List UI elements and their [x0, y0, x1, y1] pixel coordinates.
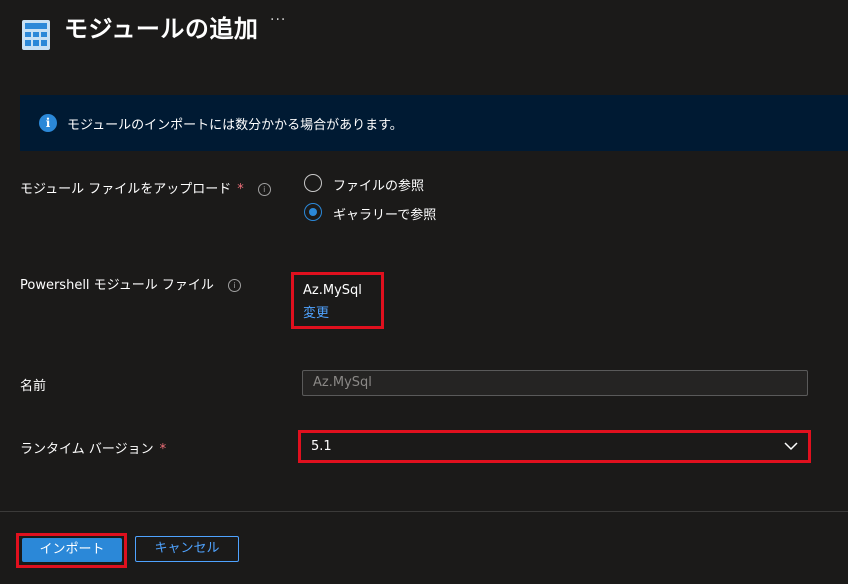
required-mark: * [237, 182, 244, 197]
upload-label: モジュール ファイルをアップロード * i [20, 178, 271, 197]
name-input[interactable]: Az.MySql [302, 370, 808, 396]
more-options-button[interactable]: ··· [270, 12, 286, 28]
info-icon: i [39, 114, 57, 132]
info-tooltip-icon[interactable]: i [257, 183, 271, 196]
runtime-version-value: 5.1 [311, 439, 332, 454]
footer-divider [0, 511, 848, 512]
module-file-value: Az.MySql [303, 283, 362, 298]
radio-browse-gallery[interactable] [304, 203, 322, 221]
required-mark: * [159, 442, 167, 457]
page-title: モジュールの追加 [64, 15, 259, 43]
info-tooltip-icon[interactable]: i [227, 279, 241, 292]
runtime-label: ランタイム バージョン * [20, 438, 166, 457]
name-label: 名前 [20, 379, 47, 394]
radio-browse-file-label[interactable]: ファイルの参照 [333, 175, 424, 194]
module-grid-icon [22, 20, 50, 50]
runtime-version-select[interactable]: 5.1 [303, 434, 806, 460]
runtime-label-text: ランタイム バージョン [20, 442, 154, 457]
radio-browse-file[interactable] [304, 174, 322, 192]
import-button[interactable]: インポート [22, 538, 122, 562]
radio-browse-gallery-label[interactable]: ギャラリーで参照 [333, 204, 436, 223]
change-link[interactable]: 変更 [303, 302, 329, 321]
upload-label-text: モジュール ファイルをアップロード [20, 182, 232, 197]
info-banner-text: モジュールのインポートには数分かかる場合があります。 [67, 118, 403, 133]
info-banner: i モジュールのインポートには数分かかる場合があります。 [20, 95, 848, 151]
chevron-down-icon [784, 442, 798, 451]
module-file-label: Powershell モジュール ファイル i [20, 274, 241, 293]
cancel-button[interactable]: キャンセル [135, 536, 239, 562]
module-file-label-text: Powershell モジュール ファイル [20, 278, 214, 293]
